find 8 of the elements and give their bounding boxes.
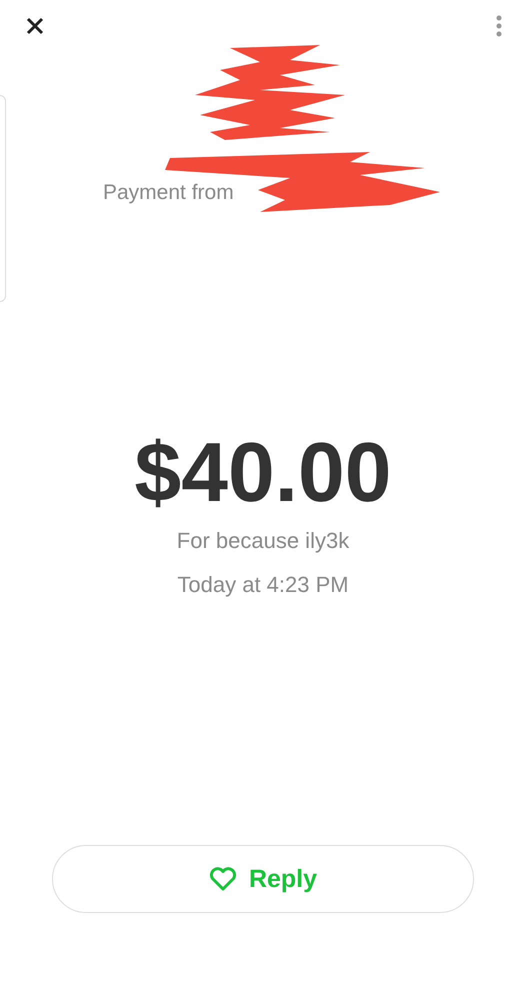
payment-time: Today at 4:23 PM bbox=[177, 572, 349, 598]
payment-amount: $40.00 bbox=[134, 430, 392, 514]
payment-note: For because ily3k bbox=[176, 528, 350, 554]
reply-button[interactable]: Reply bbox=[52, 845, 474, 913]
close-icon[interactable] bbox=[26, 17, 44, 35]
heart-icon bbox=[208, 867, 237, 891]
menu-icon[interactable] bbox=[496, 15, 502, 37]
sender-label: Payment from bbox=[103, 180, 234, 206]
